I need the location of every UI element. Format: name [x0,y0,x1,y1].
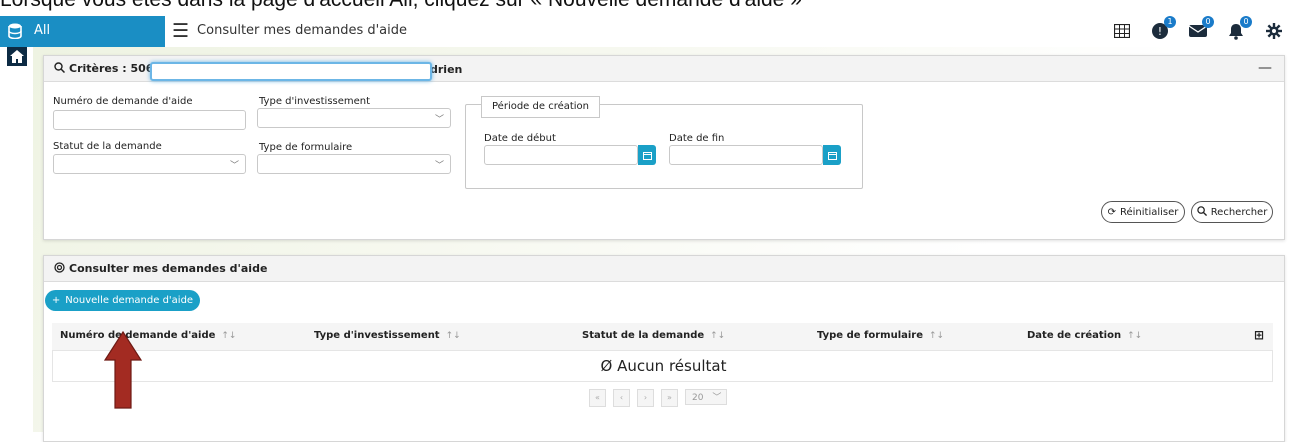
refresh-icon: ⟳ [1107,206,1116,218]
reset-button[interactable]: ⟳ Réinitialiser [1101,201,1185,223]
next-page-button[interactable]: › [637,389,654,407]
column-numero[interactable]: Numéro de demande d'aide ↑↓ [60,330,236,341]
first-page-button[interactable]: « [589,389,606,407]
sidebar-label: All [34,23,51,38]
end-date-label: Date de fin [669,133,725,144]
help-badge: 1 [1164,16,1176,28]
svg-text:!: ! [1158,25,1162,38]
database-icon [8,23,22,43]
plus-icon: + [51,295,61,306]
statut-select[interactable]: ﹀ [53,154,246,174]
column-label: Type de formulaire [817,330,924,341]
calendar-icon[interactable] [638,145,656,165]
sort-icon: ↑↓ [929,331,945,341]
bell-icon[interactable]: 0 [1225,16,1252,41]
sort-icon: ↑↓ [445,331,461,341]
list-title: Consulter mes demandes d'aide [69,262,268,275]
column-type-form[interactable]: Type de formulaire ↑↓ [817,330,944,341]
table-header: Numéro de demande d'aide ↑↓ Type d'invest… [52,323,1273,351]
prev-page-button[interactable]: ‹ [613,389,630,407]
list-header: Consulter mes demandes d'aide [44,256,1284,282]
menu-toggle[interactable]: ☰ Consulter mes demandes d'aide [172,19,408,42]
start-date-input[interactable] [484,145,638,165]
arrow-annotation [103,330,143,409]
help-icon[interactable]: ! 1 [1149,16,1176,41]
instruction-text: Lorsque vous êtes dans la page d'accueil… [0,0,1293,12]
search-icon [1196,205,1207,219]
periode-legend: Période de création [481,96,601,118]
empty-message: Ø Aucun résultat [53,357,1274,375]
last-page-button[interactable]: » [661,389,678,407]
end-date-input[interactable] [669,145,823,165]
redaction-box [150,62,432,81]
search-label: Rechercher [1210,206,1268,218]
statut-label: Statut de la demande [53,141,162,152]
new-request-label: Nouvelle demande d'aide [65,295,194,306]
criteria-title: Critères : 5068 [69,62,162,75]
empty-text: Aucun résultat [617,357,727,375]
page-size-value: 20 [692,393,704,403]
hamburger-icon: ☰ [172,19,190,42]
type-form-select[interactable]: ﹀ [257,154,451,174]
column-label: Type d'investissement [314,330,440,341]
column-label: Date de création [1027,330,1122,341]
new-request-button[interactable]: + Nouvelle demande d'aide [45,290,200,311]
home-icon[interactable] [7,47,27,66]
page-size-select[interactable]: 20 ﹀ [685,389,727,405]
search-icon [54,61,66,76]
chevron-down-icon: ﹀ [434,161,444,171]
search-button[interactable]: Rechercher [1191,201,1273,223]
calendar-icon[interactable] [823,145,841,165]
mail-icon[interactable]: 0 [1187,16,1214,41]
pagination: « ‹ › » 20 ﹀ [589,389,727,407]
criteria-title-suffix: drien [430,63,463,76]
column-label: Statut de la demande [582,330,705,341]
sort-icon: ↑↓ [710,331,726,341]
sort-icon: ↑↓ [221,331,237,341]
numero-input[interactable] [53,110,246,130]
type-invest-select[interactable]: ﹀ [257,108,451,128]
column-statut[interactable]: Statut de la demande ↑↓ [582,330,725,341]
header-icons: ! 1 0 0 [1111,16,1285,41]
chevron-down-icon: ﹀ [434,115,444,125]
chevron-down-icon: ﹀ [229,161,239,171]
left-sidebar [0,47,33,432]
gear-icon[interactable] [1263,21,1285,41]
empty-set-icon: Ø [600,357,613,375]
bell-badge: 0 [1240,16,1252,28]
page-title: Consulter mes demandes d'aide [197,23,408,38]
sidebar-header[interactable]: All [0,16,165,47]
chevron-down-icon: ﹀ [712,393,722,403]
numero-label: Numéro de demande d'aide [53,96,193,107]
start-date-label: Date de début [484,133,556,144]
collapse-button[interactable]: — [1258,60,1272,76]
type-form-label: Type de formulaire [259,142,353,153]
column-type-invest[interactable]: Type d'investissement ↑↓ [314,330,461,341]
sort-icon: ↑↓ [1127,331,1143,341]
column-date[interactable]: Date de création ↑↓ [1027,330,1142,341]
reset-label: Réinitialiser [1120,206,1179,218]
column-toggle-icon[interactable]: ⊞ [1254,328,1264,342]
grid-icon[interactable] [1111,21,1133,41]
type-invest-label: Type d'investissement [259,96,371,107]
mail-badge: 0 [1202,16,1214,28]
table-body: Ø Aucun résultat [52,350,1273,382]
target-icon [54,261,65,276]
